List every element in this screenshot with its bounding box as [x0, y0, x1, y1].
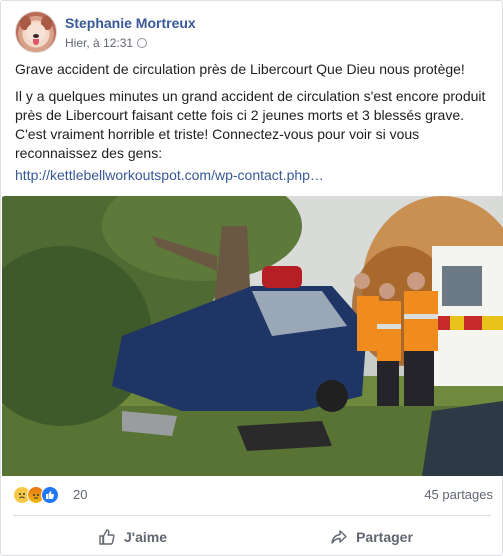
- like-react-icon: [41, 486, 59, 504]
- facebook-post: Stephanie Mortreux Hier, à 12:31 Grave a…: [0, 0, 503, 556]
- shares-count[interactable]: 45 partages: [424, 487, 493, 502]
- post-actions: J'aime Partager: [13, 521, 491, 553]
- like-label: J'aime: [123, 529, 168, 545]
- thumbs-up-icon: [99, 529, 115, 545]
- reaction-count[interactable]: 20: [73, 487, 87, 502]
- post-header: Stephanie Mortreux Hier, à 12:31: [15, 11, 485, 55]
- share-button[interactable]: Partager: [252, 521, 491, 553]
- post-timestamp[interactable]: Hier, à 12:31: [65, 36, 148, 50]
- post-headline: Grave accident de circulation près de Li…: [15, 61, 465, 77]
- share-arrow-icon: [331, 530, 347, 544]
- post-photo[interactable]: [2, 196, 503, 476]
- post-link[interactable]: http://kettlebellworkoutspot.com/wp-cont…: [15, 167, 324, 183]
- post-body: Il y a quelques minutes un grand acciden…: [15, 88, 486, 161]
- post-stats: 20 45 partages: [13, 485, 493, 505]
- author-name[interactable]: Stephanie Mortreux: [65, 15, 196, 31]
- author-avatar[interactable]: [15, 11, 57, 53]
- share-label: Partager: [356, 529, 413, 545]
- globe-icon: [137, 38, 148, 48]
- like-button[interactable]: J'aime: [13, 521, 252, 553]
- post-text: Grave accident de circulation près de Li…: [15, 60, 493, 171]
- timestamp-text: Hier, à 12:31: [65, 36, 134, 50]
- divider: [13, 515, 491, 516]
- accident-photo-illustration: [2, 196, 503, 476]
